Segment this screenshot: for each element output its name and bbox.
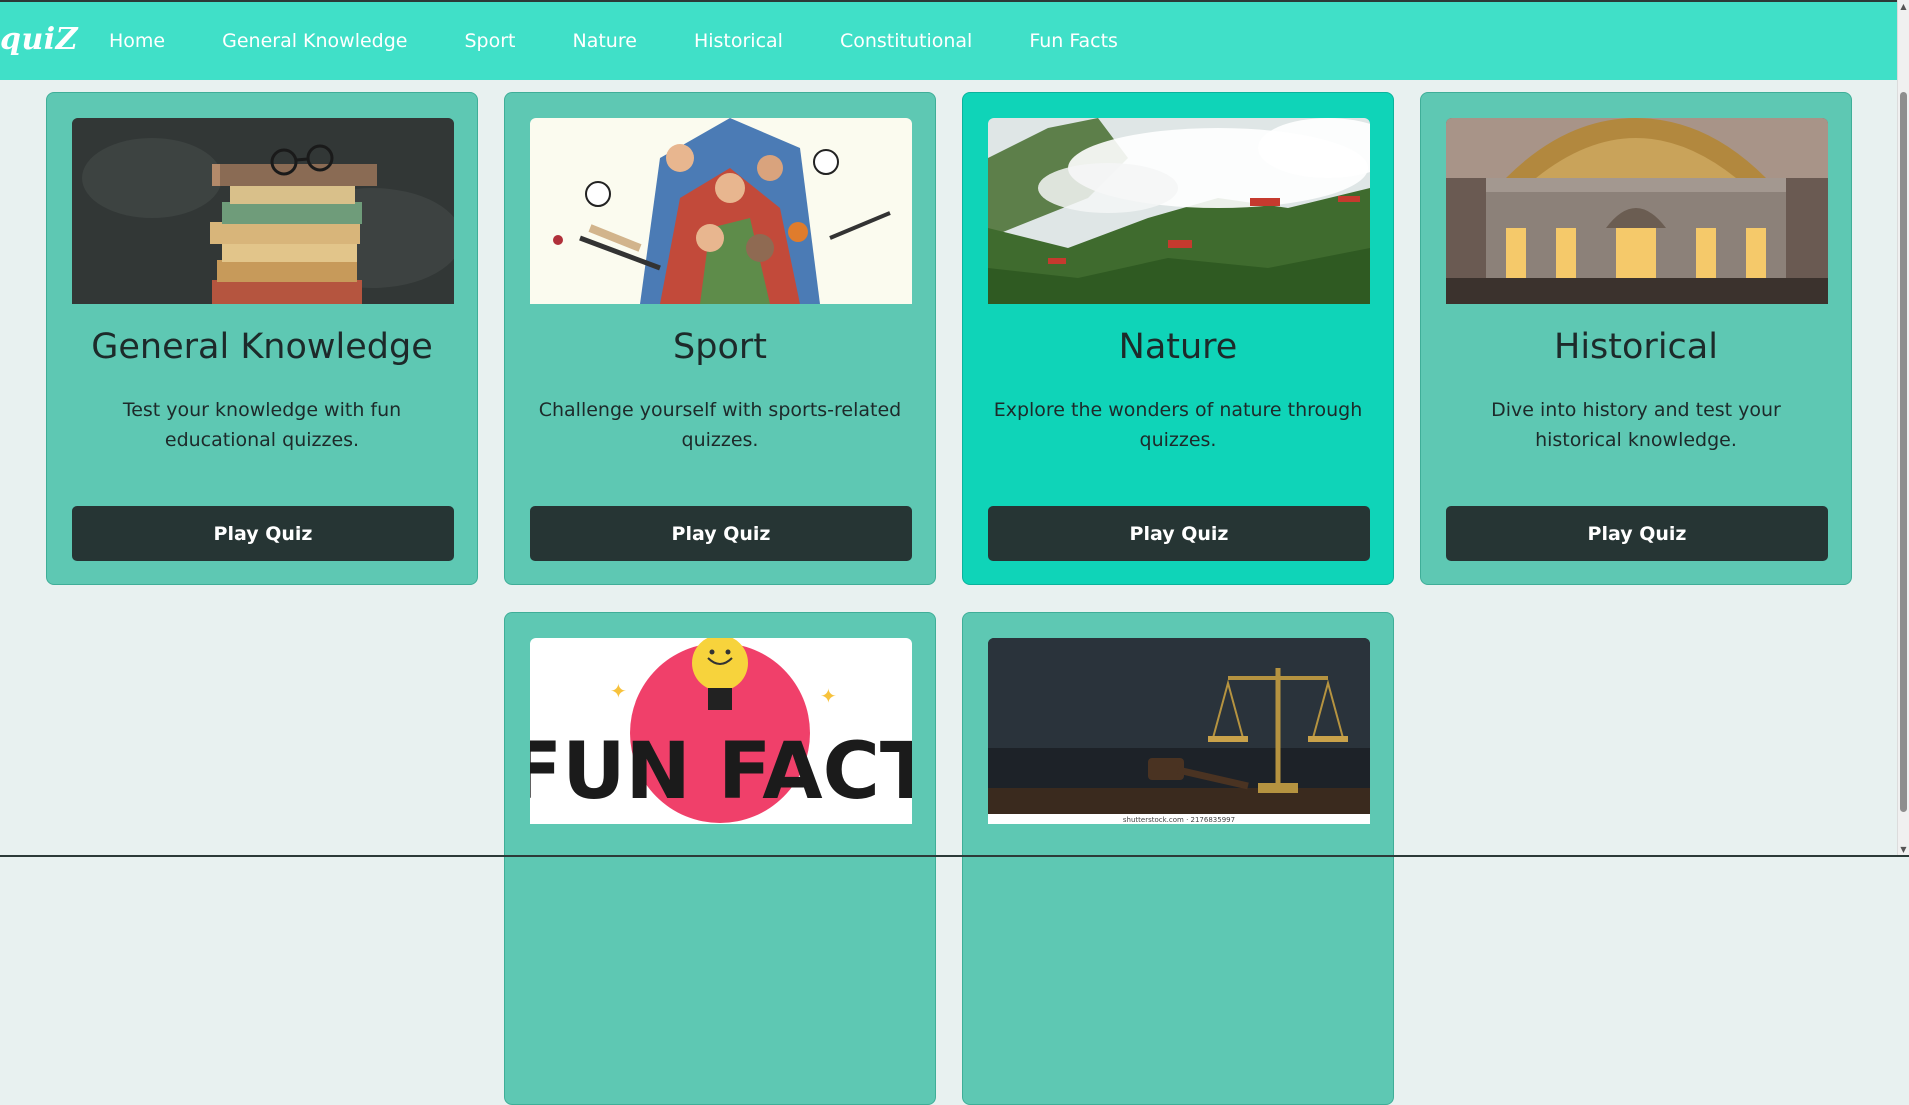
card-description: Explore the wonders of nature through qu… <box>993 399 1363 451</box>
brand-logo[interactable]: quiZ <box>0 22 78 57</box>
historic-palace-image <box>1446 118 1828 304</box>
nav-link-home[interactable]: Home <box>109 30 165 52</box>
vertical-scrollbar[interactable]: ▲ ▼ <box>1897 0 1909 857</box>
books-with-glasses-image <box>72 118 454 304</box>
quiz-card-historical: Historical Dive into history and test yo… <box>1420 92 1852 585</box>
quiz-card-fun-facts: FUN FACT ✦ ✦ <box>504 612 936 1105</box>
nav-links: Home General Knowledge Sport Nature Hist… <box>109 2 1175 80</box>
svg-text:FUN FACT: FUN FACT <box>530 727 912 817</box>
card-title: Historical <box>1554 327 1718 367</box>
nav-link-sport[interactable]: Sport <box>464 30 515 52</box>
nav-link-constitutional[interactable]: Constitutional <box>840 30 972 52</box>
scrollbar-thumb[interactable] <box>1900 92 1907 812</box>
quiz-card-sport: Sport Challenge yourself with sports-rel… <box>504 92 936 585</box>
quiz-card-constitutional: shutterstock.com · 2176835997 <box>962 612 1394 1105</box>
navbar: quiZ Home General Knowledge Sport Nature… <box>0 2 1898 80</box>
scroll-down-arrow-icon[interactable]: ▼ <box>1899 845 1908 855</box>
play-quiz-button-historical[interactable]: Play Quiz <box>1446 506 1828 561</box>
nav-link-general-knowledge[interactable]: General Knowledge <box>222 30 407 52</box>
nav-link-nature[interactable]: Nature <box>573 30 637 52</box>
scales-of-justice-gavel-image: shutterstock.com · 2176835997 <box>988 638 1370 824</box>
misty-forest-mountains-image <box>988 118 1370 304</box>
play-quiz-button-nature[interactable]: Play Quiz <box>988 506 1370 561</box>
card-description: Test your knowledge with fun educational… <box>122 399 402 451</box>
nav-link-historical[interactable]: Historical <box>694 30 783 52</box>
quiz-card-nature: Nature Explore the wonders of nature thr… <box>962 92 1394 585</box>
svg-text:✦: ✦ <box>820 684 837 708</box>
scroll-up-arrow-icon[interactable]: ▲ <box>1899 2 1908 12</box>
card-description: Challenge yourself with sports-related q… <box>538 399 902 451</box>
card-title: Sport <box>673 327 767 367</box>
quiz-card-general-knowledge: General Knowledge Test your knowledge wi… <box>46 92 478 585</box>
play-quiz-button-general-knowledge[interactable]: Play Quiz <box>72 506 454 561</box>
card-title: Nature <box>1118 327 1238 367</box>
card-description: Dive into history and test your historic… <box>1491 399 1781 451</box>
nav-link-fun-facts[interactable]: Fun Facts <box>1029 30 1118 52</box>
svg-text:✦: ✦ <box>610 679 627 703</box>
athletes-illustration-image <box>530 118 912 304</box>
svg-text:shutterstock.com · 2176835997: shutterstock.com · 2176835997 <box>1123 816 1235 824</box>
fun-fact-lightbulb-image: FUN FACT ✦ ✦ <box>530 638 912 824</box>
play-quiz-button-sport[interactable]: Play Quiz <box>530 506 912 561</box>
card-title: General Knowledge <box>91 327 433 367</box>
